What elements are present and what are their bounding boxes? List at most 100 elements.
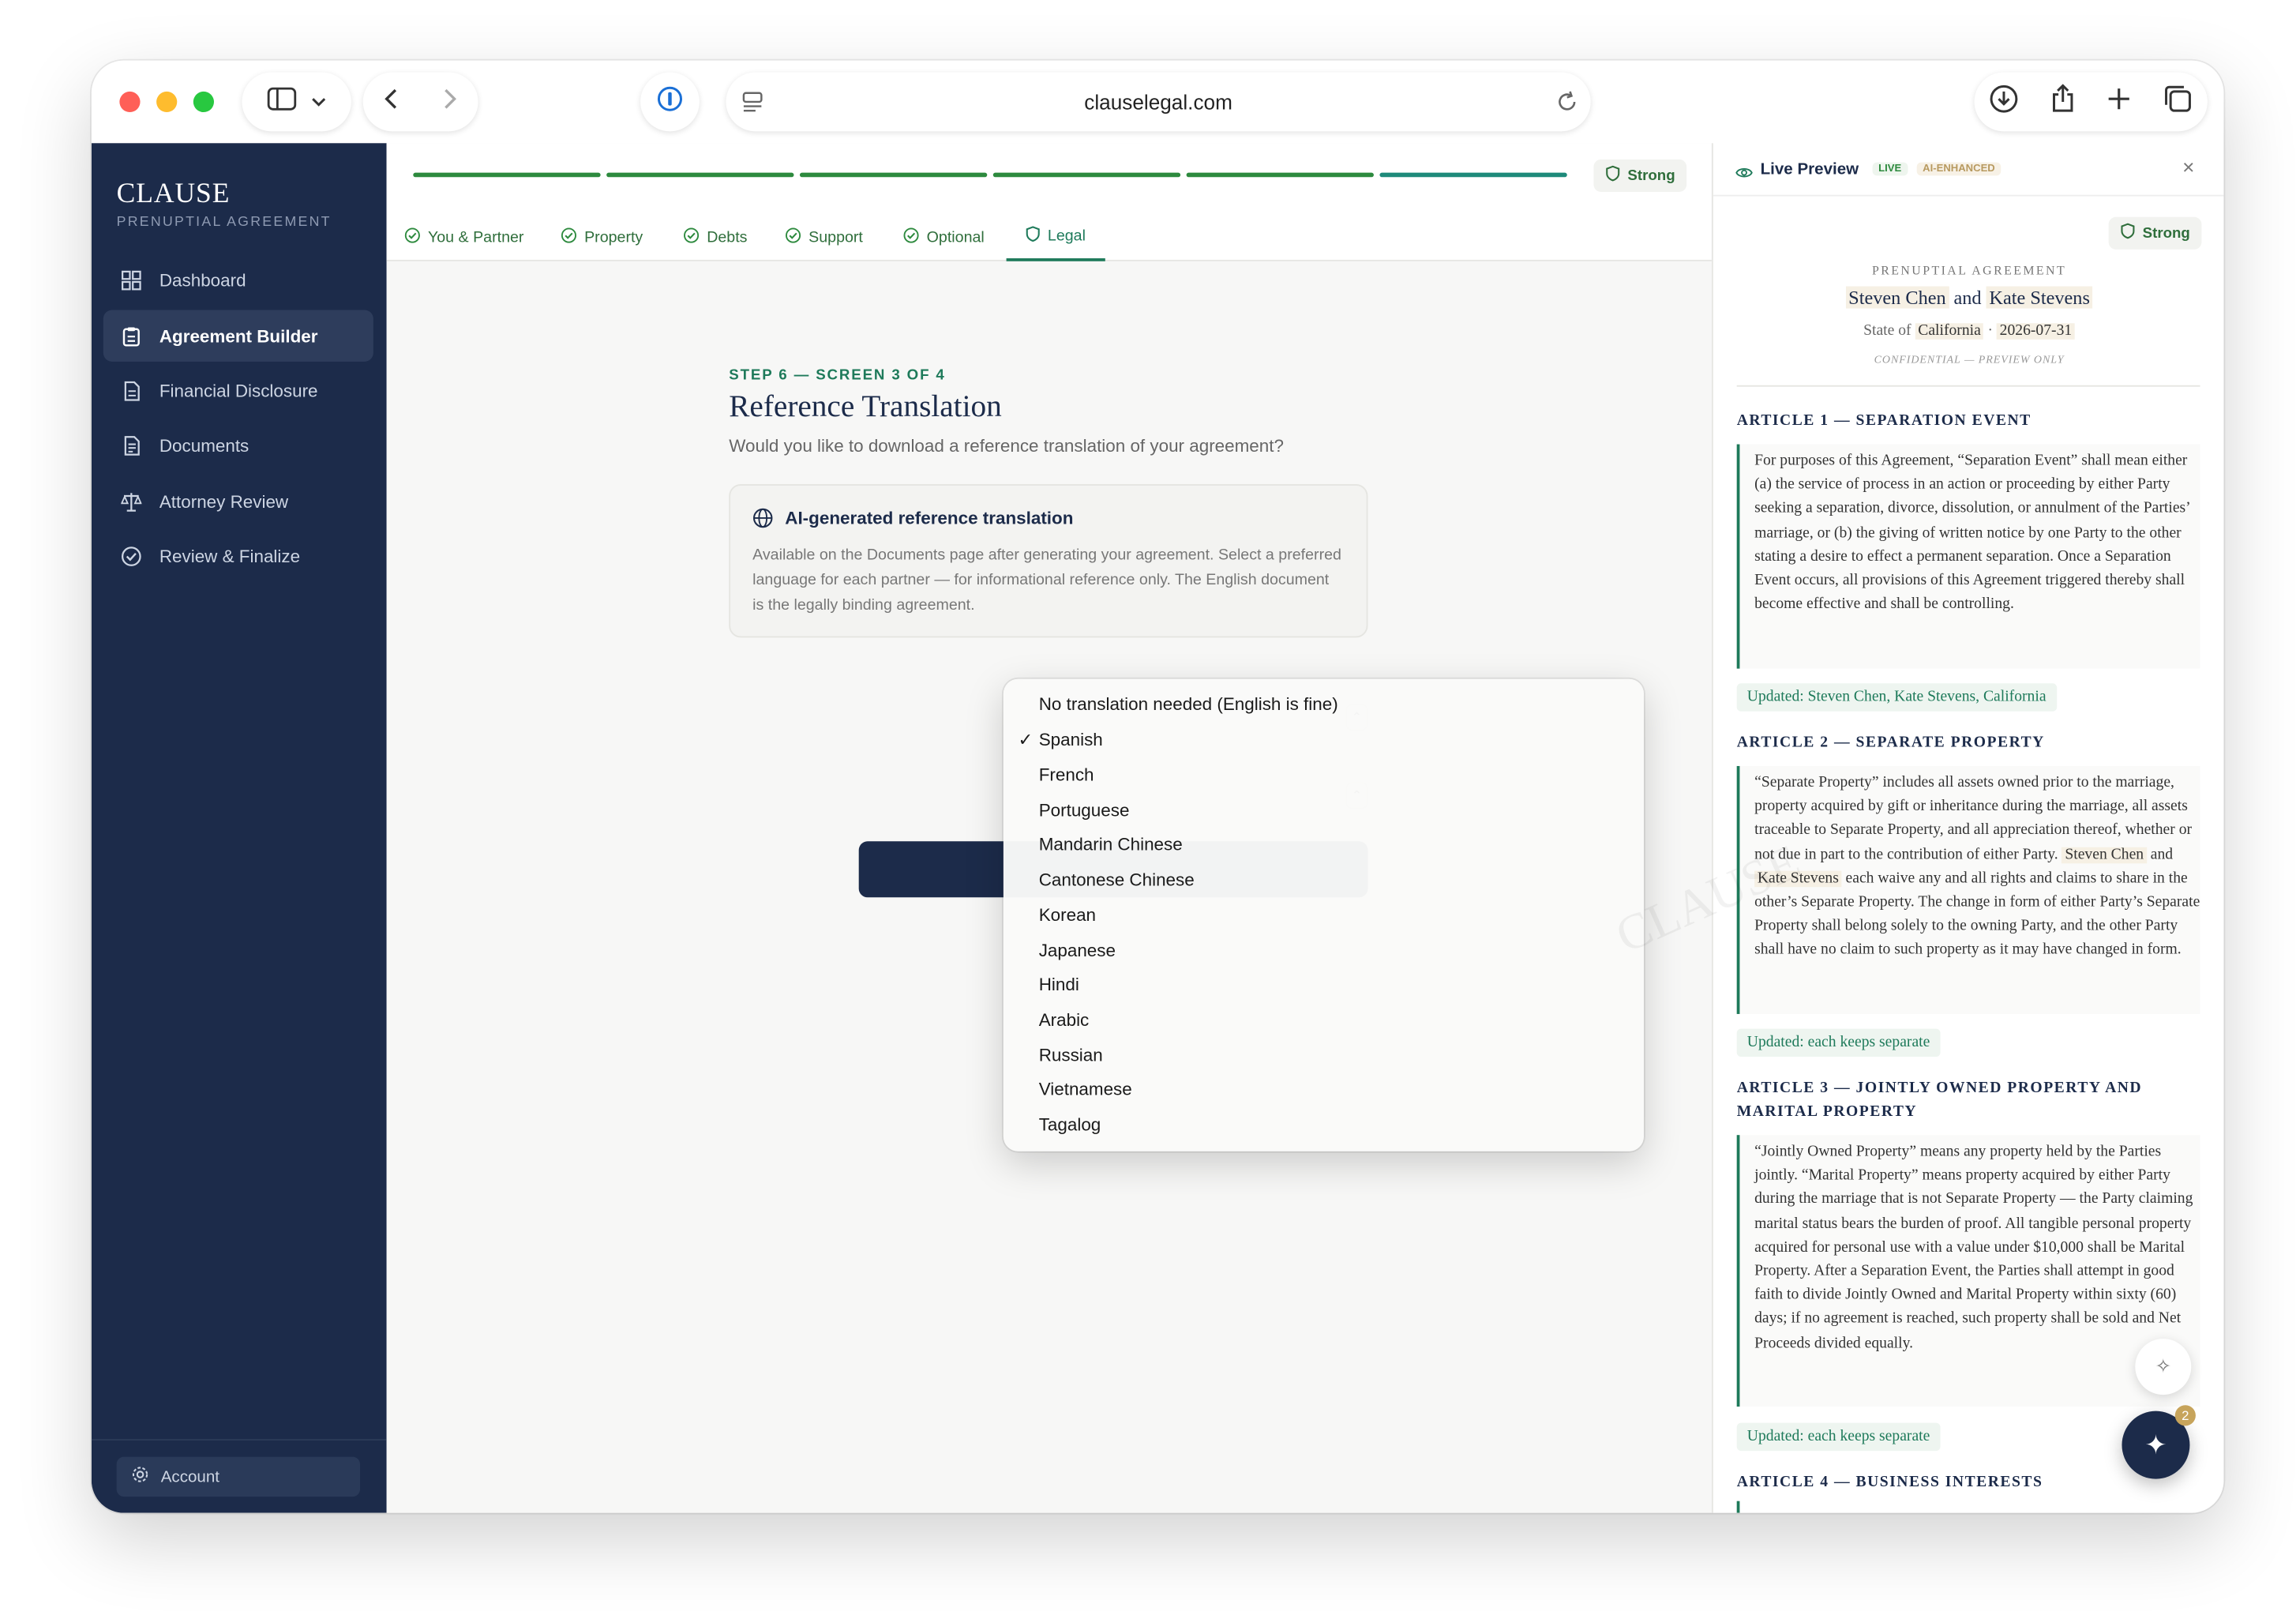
tab-overview-icon[interactable] [2163, 84, 2192, 121]
info-card-body: Available on the Documents page after ge… [752, 546, 1341, 614]
browser-window: clauselegal.com CLAUSE PRENUPTIAL AGREEM… [91, 60, 2224, 1513]
dropdown-option[interactable]: French [1039, 760, 1094, 789]
progress-segment [1186, 172, 1374, 178]
document-jurisdiction: State of California · 2026-07-31 [1713, 323, 2224, 340]
document-divider [1736, 385, 2200, 387]
share-icon[interactable] [2049, 83, 2076, 121]
strength-label: Strong [2142, 225, 2190, 242]
check-circle-icon [785, 227, 801, 248]
account-button[interactable]: Account [116, 1456, 361, 1497]
magic-wand-button[interactable]: ✧ [2135, 1339, 2192, 1395]
check-circle-icon [683, 227, 700, 248]
sidebar-item-review-finalize[interactable]: Review & Finalize [103, 530, 373, 581]
close-icon[interactable]: × [2182, 155, 2194, 178]
password-manager-button[interactable] [640, 72, 700, 132]
tab-property[interactable]: Property [561, 214, 643, 261]
brand-logo[interactable]: CLAUSE [117, 178, 231, 211]
new-tab-icon[interactable] [2106, 85, 2133, 118]
sidebar-item-label: Dashboard [159, 269, 246, 291]
file-icon [121, 434, 141, 455]
article-heading: ARTICLE 1 — SEPARATION EVENT [1736, 413, 2032, 430]
state-name: California [1915, 323, 1984, 340]
check-circle-icon [903, 227, 920, 248]
page-title: Reference Translation [729, 388, 1002, 424]
progress-segment [606, 172, 794, 178]
check-circle-icon [404, 227, 421, 248]
shield-icon [1605, 165, 1620, 186]
dropdown-option[interactable]: No translation needed (English is fine) [1039, 689, 1338, 719]
notification-badge: 2 [2174, 1405, 2196, 1426]
sidebar-item-agreement-builder[interactable]: Agreement Builder [103, 310, 373, 362]
close-window-button[interactable] [119, 91, 141, 113]
dropdown-option[interactable]: Russian [1039, 1041, 1103, 1070]
step-indicator: STEP 6 — SCREEN 3 OF 4 [729, 367, 946, 384]
url-text[interactable]: clauselegal.com [726, 90, 1590, 114]
dropdown-option-selected[interactable]: Spanish [1039, 725, 1103, 754]
sidebar-item-label: Attorney Review [159, 490, 289, 512]
state-prefix: State of [1863, 323, 1911, 340]
confidential-note: CONFIDENTIAL — PREVIEW ONLY [1874, 352, 2065, 366]
sidebar-item-documents[interactable]: Documents [103, 419, 373, 471]
account-label: Account [160, 1467, 219, 1486]
document-parties: Steven Chen and Kate Stevens [1713, 286, 2224, 310]
back-arrow-icon[interactable] [382, 86, 400, 117]
tab-you-partner[interactable]: You & Partner [404, 214, 523, 261]
grid-icon [121, 269, 141, 290]
article-body: “Jointly Owned Property” means any prope… [1736, 1135, 2200, 1407]
dropdown-option[interactable]: Tagalog [1039, 1110, 1101, 1139]
sidebar-item-financial-disclosure[interactable]: Financial Disclosure [103, 365, 373, 416]
shield-icon [2121, 223, 2136, 243]
dropdown-option[interactable]: Vietnamese [1039, 1075, 1132, 1104]
forward-arrow-icon[interactable] [441, 86, 459, 117]
dropdown-option[interactable]: Portuguese [1039, 795, 1130, 825]
article-heading: ARTICLE 2 — SEPARATE PROPERTY [1736, 734, 2045, 752]
main-content: Strong You & Partner Property Debts Supp… [386, 143, 1712, 1513]
article-heading: ARTICLE 3 — JOINTLY OWNED PROPERTY AND M… [1736, 1080, 2143, 1121]
dropdown-option[interactable]: Cantonese Chinese [1039, 865, 1195, 894]
dropdown-option[interactable]: Japanese [1039, 936, 1116, 965]
address-bar[interactable]: clauselegal.com [726, 72, 1591, 132]
update-badge: Updated: each keeps separate [1736, 1422, 1941, 1452]
article-heading: ARTICLE 4 — BUSINESS INTERESTS [1736, 1474, 2043, 1491]
tab-optional[interactable]: Optional [903, 214, 985, 261]
tab-legal[interactable]: Legal [1006, 214, 1105, 261]
dropdown-option[interactable]: Mandarin Chinese [1039, 829, 1183, 858]
language-dropdown: No translation needed (English is fine) … [1003, 678, 1644, 1151]
tab-debts[interactable]: Debts [683, 214, 747, 261]
article-body-start [1736, 1501, 1740, 1513]
info-card: AI-generated reference translation Avail… [729, 483, 1368, 638]
page-subtitle: Would you like to download a reference t… [729, 435, 1284, 456]
sparkle-icon: ✦ [2144, 1429, 2167, 1459]
tab-support[interactable]: Support [785, 214, 863, 261]
zoom-window-button[interactable] [193, 91, 214, 113]
reload-icon[interactable] [1555, 90, 1579, 121]
strength-badge: Strong [1593, 159, 1687, 192]
tab-label: Legal [1047, 227, 1086, 246]
download-icon[interactable] [1990, 84, 2019, 121]
clipboard-icon [121, 325, 141, 346]
article-body: For purposes of this Agreement, “Separat… [1736, 444, 2200, 669]
checkmark-icon: ✓ [1018, 729, 1034, 750]
update-badge: Updated: each keeps separate [1736, 1028, 1941, 1057]
document-date: 2026-07-31 [1996, 323, 2075, 340]
progress-segment [799, 172, 988, 178]
sidebar-toggle-group[interactable] [242, 72, 351, 132]
dropdown-option[interactable]: Arabic [1039, 1005, 1090, 1035]
sidebar-item-attorney-review[interactable]: Attorney Review [103, 475, 373, 527]
tab-label: Optional [926, 228, 985, 247]
conjunction: and [1953, 286, 1982, 309]
eye-icon [1735, 161, 1753, 188]
sidebar-toggle-icon[interactable] [267, 86, 297, 117]
sidebar-item-label: Financial Disclosure [159, 380, 318, 401]
minimize-window-button[interactable] [156, 91, 178, 113]
ai-enhanced-badge: AI-ENHANCED [1916, 162, 2001, 176]
document-kicker: PRENUPTIAL AGREEMENT [1871, 262, 2067, 278]
dropdown-option[interactable]: Hindi [1039, 970, 1079, 999]
chevron-down-icon[interactable] [311, 88, 326, 115]
sidebar-item-dashboard[interactable]: Dashboard [103, 254, 373, 305]
wizard-header: Strong You & Partner Property Debts Supp… [386, 143, 1712, 261]
sidebar-item-label: Review & Finalize [159, 545, 301, 566]
progress-segment [413, 172, 601, 178]
dropdown-option[interactable]: Korean [1039, 900, 1096, 930]
tab-label: Debts [707, 228, 748, 247]
